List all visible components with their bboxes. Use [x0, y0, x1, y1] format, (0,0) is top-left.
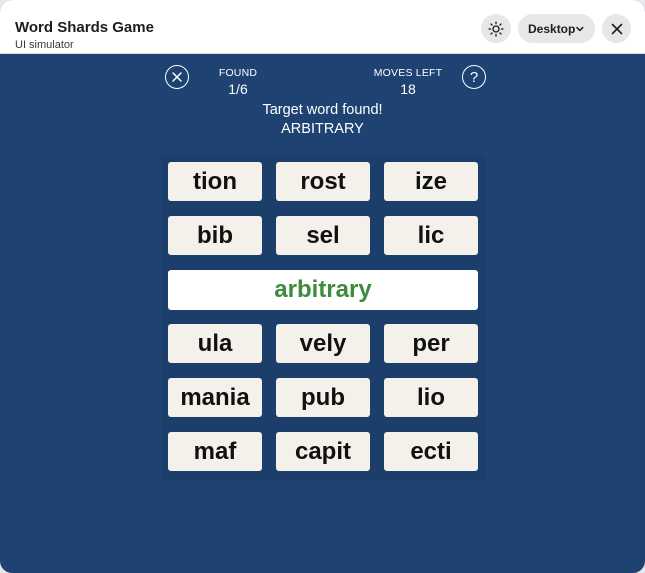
title-bar: Word Shards Game UI simulator Desktop [0, 0, 645, 54]
found-value: 1/6 [228, 81, 248, 97]
exit-game-button[interactable] [165, 65, 189, 89]
help-button[interactable]: ? [462, 65, 486, 89]
shard-tile[interactable]: tion [168, 162, 262, 201]
app-subtitle: UI simulator [15, 39, 74, 51]
shard-board: tion rost ize bib sel lic arbitrary ula … [161, 155, 485, 481]
shard-tile[interactable]: sel [276, 216, 370, 255]
shard-tile[interactable]: lio [384, 378, 478, 417]
status-message: Target word found! ARBITRARY [0, 101, 645, 139]
theme-toggle-button[interactable] [481, 14, 511, 43]
shard-tile[interactable]: vely [276, 324, 370, 363]
close-icon [611, 23, 622, 34]
found-word-row: arbitrary [168, 270, 478, 310]
moves-left-value: 18 [400, 81, 416, 97]
shard-tile[interactable]: ula [168, 324, 262, 363]
shard-tile[interactable]: pub [276, 378, 370, 417]
status-message-text: Target word found! [262, 102, 383, 118]
device-select[interactable]: Desktop [518, 14, 595, 43]
device-select-value: Desktop [528, 21, 576, 36]
shard-tile[interactable]: lic [384, 216, 478, 255]
close-window-button[interactable] [602, 14, 631, 43]
moves-left-label: MOVES LEFT [373, 67, 443, 79]
app-window: Word Shards Game UI simulator Desktop FO… [0, 0, 645, 573]
shard-tile[interactable]: rost [276, 162, 370, 201]
app-title: Word Shards Game [15, 19, 154, 36]
shard-tile[interactable]: maf [168, 432, 262, 471]
shard-tile[interactable]: ize [384, 162, 478, 201]
close-circle-icon [172, 72, 182, 82]
shard-tile[interactable]: ecti [384, 432, 478, 471]
sun-icon [488, 20, 504, 37]
shard-tile[interactable]: mania [168, 378, 262, 417]
game-area: FOUND 1/6 MOVES LEFT 18 ? Target word fo… [0, 55, 645, 573]
found-counter: FOUND 1/6 [213, 67, 263, 97]
help-icon: ? [469, 68, 479, 86]
chevron-down-icon [576, 26, 584, 31]
shard-tile[interactable]: capit [276, 432, 370, 471]
shard-tile[interactable]: per [384, 324, 478, 363]
moves-left-counter: MOVES LEFT 18 [368, 67, 448, 97]
shard-tile[interactable]: bib [168, 216, 262, 255]
target-word-text: ARBITRARY [281, 121, 364, 137]
found-label: FOUND [218, 67, 258, 79]
